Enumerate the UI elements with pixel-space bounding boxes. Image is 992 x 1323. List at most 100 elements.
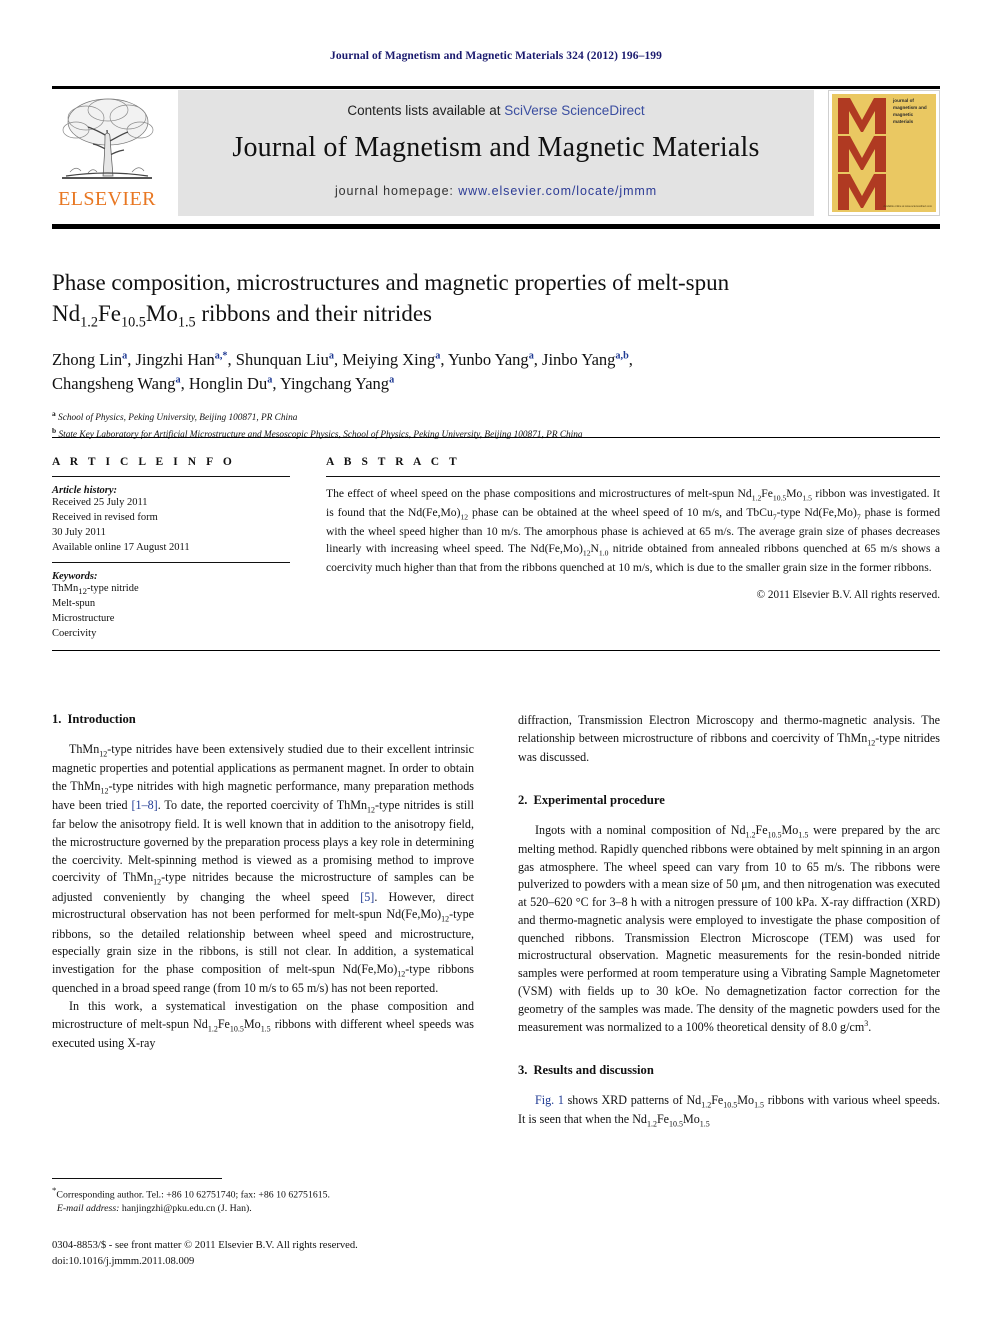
author-name: Zhong Lin bbox=[52, 350, 123, 370]
author[interactable]: Jinbo Yanga,b bbox=[542, 350, 629, 369]
author-name: Shunquan Liu bbox=[235, 350, 329, 370]
imprint-block: 0304-8853/$ - see front matter © 2011 El… bbox=[52, 1238, 522, 1270]
paragraph-intro-1: ThMn12-type nitrides have been extensive… bbox=[52, 742, 475, 996]
author[interactable]: Yunbo Yanga bbox=[448, 350, 534, 369]
author-affil-mark[interactable]: a,* bbox=[215, 351, 228, 362]
journal-article-page: Journal of Magnetism and Magnetic Materi… bbox=[0, 0, 992, 1323]
citation-link[interactable]: [1–8] bbox=[132, 798, 158, 812]
email-label: E-mail address: bbox=[56, 1203, 120, 1215]
author-affil-mark[interactable]: a,b bbox=[615, 351, 628, 362]
sciencedirect-link[interactable]: SciVerse ScienceDirect bbox=[504, 103, 644, 118]
author[interactable]: Yingchang Yanga bbox=[280, 374, 394, 393]
abstract-column: A B S T R A C T The effect of wheel spee… bbox=[326, 456, 940, 642]
article-history-item: 30 July 2011 bbox=[52, 526, 106, 538]
body-columns: 1. Introduction ThMn12-type nitrides have… bbox=[52, 712, 940, 1131]
affil-text: School of Physics, Peking University, Be… bbox=[58, 413, 298, 424]
journal-cover-thumbnail[interactable]: journal of magnetism and magnetic materi… bbox=[828, 90, 940, 216]
section-heading-experimental: 2. Experimental procedure bbox=[518, 793, 940, 808]
author[interactable]: Zhong Lina bbox=[52, 350, 127, 369]
article-title-line2-post: ribbons and their nitrides bbox=[195, 300, 432, 326]
section-heading-results: 3. Results and discussion bbox=[518, 1063, 940, 1078]
author[interactable]: Changsheng Wanga bbox=[52, 374, 181, 393]
author-affil-mark[interactable]: a bbox=[435, 351, 440, 362]
article-info-divider bbox=[52, 476, 290, 477]
article-title: Phase composition, microstructures and m… bbox=[52, 268, 940, 332]
article-history-item: Received 25 July 2011 bbox=[52, 497, 148, 508]
author-name: Meiying Xing bbox=[342, 350, 436, 370]
affil-mark-b: b bbox=[52, 426, 57, 436]
citation-link[interactable]: [5] bbox=[360, 890, 374, 904]
doi-line[interactable]: doi:10.1016/j.jmmm.2011.08.009 bbox=[52, 1254, 522, 1270]
elsevier-logo[interactable]: ELSEVIER bbox=[52, 90, 162, 216]
author[interactable]: Honglin Dua bbox=[189, 374, 272, 393]
article-info-heading: A R T I C L E I N F O bbox=[52, 456, 236, 468]
journal-masthead: ELSEVIER Contents lists available at Sci… bbox=[52, 90, 940, 216]
homepage-prefix: journal homepage: bbox=[334, 184, 459, 198]
author-affil-mark[interactable]: a bbox=[122, 351, 127, 362]
article-history-item: Available online 17 August 2011 bbox=[52, 541, 190, 553]
abstract-top-rule bbox=[52, 437, 940, 438]
elsevier-tree-icon bbox=[58, 92, 156, 188]
article-title-formula-nd: Nd bbox=[52, 300, 81, 326]
author-affil-mark[interactable]: a bbox=[175, 375, 180, 386]
section-title: Introduction bbox=[67, 712, 136, 726]
author-name: Yingchang Yang bbox=[279, 374, 390, 394]
author-affil-mark[interactable]: a bbox=[529, 351, 534, 362]
body-column-left: 1. Introduction ThMn12-type nitrides have… bbox=[52, 712, 474, 1131]
author-affil-mark[interactable]: a bbox=[267, 375, 272, 386]
sub-nd: 1.2 bbox=[80, 314, 98, 331]
sub-mo: 1.5 bbox=[177, 314, 196, 331]
affiliation-b: b State Key Laboratory for Artificial Mi… bbox=[52, 425, 940, 443]
author-name: Honglin Du bbox=[188, 374, 268, 394]
paragraph-results-1: Fig. 1 shows XRD patterns of Nd1.2Fe10.5… bbox=[518, 1093, 940, 1129]
author[interactable]: Jingzhi Hana,* bbox=[135, 350, 227, 369]
abstract-text: The effect of wheel speed on the phase c… bbox=[326, 487, 940, 575]
abstract-bottom-rule bbox=[52, 650, 940, 651]
abstract-divider bbox=[326, 476, 940, 477]
section-number: 2. bbox=[518, 792, 528, 807]
paragraph-intro-2-continued: diffraction, Transmission Electron Micro… bbox=[518, 713, 940, 764]
author-affil-mark[interactable]: a bbox=[389, 375, 394, 386]
author-name: Jingzhi Han bbox=[135, 350, 215, 370]
author-name: Jinbo Yang bbox=[542, 350, 616, 370]
title-block: Phase composition, microstructures and m… bbox=[52, 268, 940, 443]
article-history-divider bbox=[52, 561, 290, 563]
journal-cover-footer: Available online at www.sciencedirect.co… bbox=[883, 205, 932, 209]
running-head: Journal of Magnetism and Magnetic Materi… bbox=[330, 50, 662, 62]
paragraph-intro-2: In this work, a systematical investigati… bbox=[52, 998, 474, 1050]
journal-title: Journal of Magnetism and Magnetic Materi… bbox=[232, 132, 760, 163]
article-title-formula-mo: Mo bbox=[145, 300, 178, 326]
journal-homepage-line: journal homepage: www.elsevier.com/locat… bbox=[178, 184, 814, 198]
section-number: 3. bbox=[518, 1063, 528, 1078]
article-title-formula-fe: Fe bbox=[97, 300, 121, 326]
corresponding-author-footnote: *Corresponding author. Tel.: +86 10 6275… bbox=[52, 1184, 474, 1217]
abstract-copyright: © 2011 Elsevier B.V. All rights reserved… bbox=[756, 589, 940, 602]
elsevier-wordmark: ELSEVIER bbox=[58, 188, 156, 210]
author[interactable]: Shunquan Liua bbox=[236, 350, 334, 369]
masthead-bottom-rule bbox=[52, 224, 940, 229]
author[interactable]: Meiying Xinga bbox=[342, 350, 440, 369]
email-address[interactable]: hanjingzhi@pku.edu.cn (J. Han). bbox=[122, 1203, 252, 1214]
figure-link[interactable]: Fig. 1 bbox=[535, 1093, 564, 1107]
issn-line: 0304-8853/$ - see front matter © 2011 El… bbox=[52, 1240, 358, 1251]
masthead-top-rule bbox=[52, 86, 940, 89]
author-name: Changsheng Wang bbox=[52, 374, 176, 394]
article-history-item: Received in revised form bbox=[52, 511, 158, 523]
sub-fe: 10.5 bbox=[120, 314, 146, 331]
masthead-banner: Contents lists available at SciVerse Sci… bbox=[178, 90, 814, 216]
contents-available-line: Contents lists available at SciVerse Sci… bbox=[178, 103, 814, 118]
author-affil-mark[interactable]: a bbox=[329, 351, 334, 362]
contents-prefix: Contents lists available at bbox=[347, 103, 505, 118]
article-history-label: Article history: bbox=[52, 485, 118, 496]
affiliation-a: a School of Physics, Peking University, … bbox=[52, 408, 940, 426]
journal-homepage-link[interactable]: www.elsevier.com/locate/jmmm bbox=[458, 184, 657, 198]
body-column-right: diffraction, Transmission Electron Micro… bbox=[518, 712, 940, 1131]
info-abstract-region: A R T I C L E I N F O Article history: R… bbox=[52, 456, 940, 642]
article-info-column: A R T I C L E I N F O Article history: R… bbox=[52, 456, 290, 642]
article-title-line1: Phase composition, microstructures and m… bbox=[52, 270, 730, 295]
footnote-rule bbox=[52, 1178, 222, 1179]
affil-mark-a: a bbox=[52, 408, 56, 418]
keywords-block: Keywords: ThMn12-type nitride Melt-spun … bbox=[52, 571, 290, 642]
